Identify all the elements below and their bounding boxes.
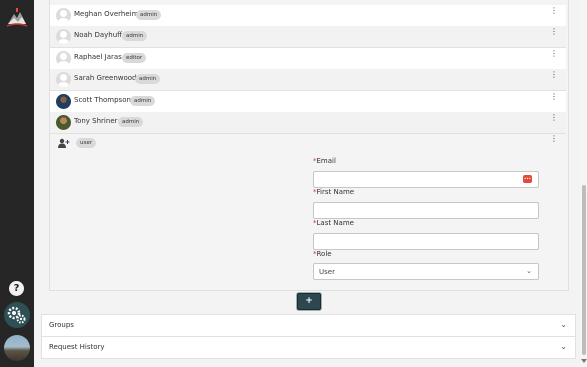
user-name: Noah Dayhuff <box>74 31 122 39</box>
more-vertical-icon[interactable]: ⋮ <box>550 71 558 85</box>
more-vertical-icon[interactable]: ⋮ <box>550 114 558 128</box>
more-vertical-icon[interactable]: ⋮ <box>550 28 558 42</box>
chevron-down-icon: ⌄ <box>560 320 567 329</box>
add-user-button[interactable]: + <box>297 293 321 310</box>
user-photo-avatar <box>56 94 71 109</box>
role-badge: admin <box>130 96 156 106</box>
role-badge: editor <box>122 53 147 63</box>
password-manager-icon[interactable]: ••• <box>523 175 532 183</box>
more-vertical-icon[interactable]: ⋮ <box>550 93 558 107</box>
current-user-avatar[interactable] <box>4 335 30 361</box>
user-photo-avatar <box>56 115 71 130</box>
user-name: Tony Shriner <box>74 117 118 125</box>
user-name: Meghan Overheim <box>74 10 139 18</box>
first-name-field[interactable] <box>313 202 539 219</box>
chevron-down-icon: ⌄ <box>526 267 532 275</box>
section-label: Groups <box>49 321 74 329</box>
user-name: Sarah Greenwood <box>74 74 137 82</box>
user-row[interactable]: Scott Thompson admin ⋮ <box>50 91 566 113</box>
chevron-down-icon: ⌄ <box>560 342 567 351</box>
settings-button[interactable] <box>4 302 30 328</box>
help-button[interactable]: ? <box>9 281 24 296</box>
user-row[interactable]: Sarah Greenwood admin ⋮ <box>50 69 566 91</box>
role-select[interactable]: User ⌄ <box>313 263 539 280</box>
user-row[interactable]: Noah Dayhuff admin ⋮ <box>50 26 566 48</box>
default-avatar <box>56 51 71 66</box>
groups-section[interactable]: Groups ⌄ <box>41 314 576 337</box>
more-vertical-icon[interactable]: ⋮ <box>550 7 558 21</box>
role-badge: admin <box>122 31 148 41</box>
user-row[interactable]: Tony Shriner admin ⋮ <box>50 112 566 134</box>
more-vertical-icon[interactable]: ⋮ <box>550 50 558 64</box>
default-avatar <box>56 29 71 44</box>
email-label: *Email <box>313 157 336 165</box>
scroll-down-icon[interactable] <box>581 359 587 363</box>
last-name-field[interactable] <box>313 233 539 250</box>
default-avatar <box>56 8 71 23</box>
add-user-icon <box>58 138 70 148</box>
email-field[interactable]: ••• <box>313 171 539 188</box>
role-badge: user <box>76 138 96 148</box>
user-row[interactable]: Meghan Overheim admin ⋮ <box>50 5 566 27</box>
role-badge: admin <box>135 74 161 84</box>
new-user-row: user ⋮ <box>50 133 566 153</box>
default-avatar <box>56 72 71 87</box>
request-history-section[interactable]: Request History ⌄ <box>41 336 576 359</box>
app-logo[interactable] <box>5 5 29 29</box>
gears-icon <box>7 306 26 324</box>
more-vertical-icon[interactable]: ⋮ <box>550 135 558 149</box>
user-row[interactable]: Raphael Jaras editor ⋮ <box>50 48 566 70</box>
sidebar: ? <box>0 0 34 367</box>
role-label: *Role <box>313 250 332 258</box>
section-label: Request History <box>49 343 105 351</box>
last-name-label: *Last Name <box>313 219 354 227</box>
scrollbar-thumb[interactable] <box>582 185 586 355</box>
user-name: Raphael Jaras <box>74 53 122 61</box>
question-icon: ? <box>13 283 20 294</box>
user-name: Scott Thompson <box>74 96 131 104</box>
role-badge: admin <box>118 117 144 127</box>
role-badge: admin <box>136 10 162 20</box>
first-name-label: *First Name <box>313 188 355 196</box>
